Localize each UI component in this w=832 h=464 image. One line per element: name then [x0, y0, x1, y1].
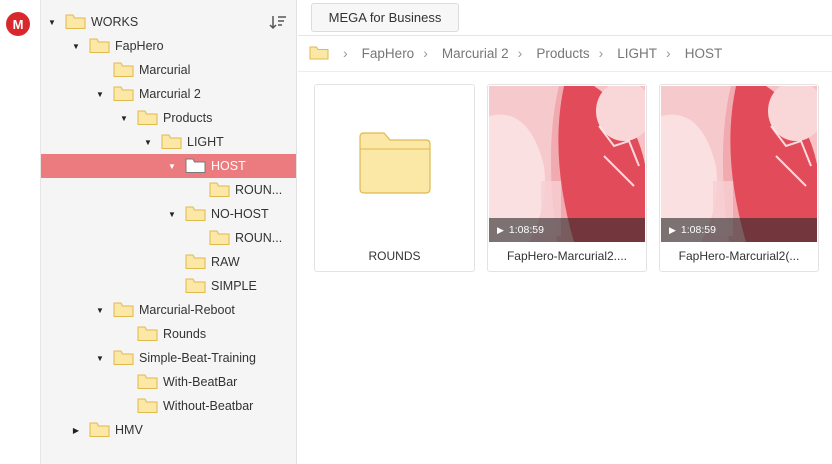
tree-item[interactable]: ▼ Products	[41, 106, 296, 130]
folder-icon	[137, 374, 158, 389]
folder-icon	[137, 110, 158, 125]
play-icon: ▶	[669, 224, 676, 235]
video-duration: 1:08:59	[680, 224, 716, 236]
tree-item[interactable]: ROUN...	[41, 178, 296, 202]
breadcrumb-separator-icon: ›	[517, 45, 523, 61]
tree-item-label: RAW	[211, 255, 240, 269]
tree-item[interactable]: ▼ WORKS	[41, 10, 296, 34]
breadcrumb-item[interactable]: Products	[536, 46, 589, 61]
tree-item[interactable]: ▼ Marcurial-Reboot	[41, 298, 296, 322]
folder-icon	[185, 158, 206, 173]
folder-icon	[113, 350, 134, 365]
folder-icon	[185, 206, 206, 221]
video-card[interactable]: ▶ 1:08:59 FapHero-Marcurial2....	[487, 84, 647, 272]
tree-item[interactable]: Without-Beatbar	[41, 394, 296, 418]
expand-arrow-down-icon[interactable]: ▼	[47, 17, 57, 27]
breadcrumb-separator-icon: ›	[423, 45, 428, 61]
expand-arrow-down-icon[interactable]: ▼	[167, 161, 177, 171]
tree-item-label: Products	[163, 111, 213, 125]
folder-icon	[65, 14, 86, 29]
expand-arrow-down-icon[interactable]: ▼	[71, 41, 81, 51]
breadcrumb-item[interactable]: FapHero	[362, 46, 415, 61]
breadcrumb: › FapHero › Marcurial 2 › Products › LIGHT › HOST	[309, 42, 722, 64]
breadcrumb-folder-icon[interactable]	[309, 45, 329, 61]
tree-item-label: Rounds	[163, 327, 207, 341]
toolbar-divider	[298, 35, 832, 36]
expand-arrow-down-icon[interactable]: ▼	[119, 113, 129, 123]
expand-arrow-right-icon[interactable]: ▶	[71, 425, 81, 435]
folder-icon	[161, 134, 182, 149]
large-folder-icon	[359, 132, 431, 194]
expand-arrow-down-icon[interactable]: ▼	[95, 89, 105, 99]
tree-item[interactable]: ▼ Marcurial 2	[41, 82, 296, 106]
tree-item[interactable]: ▼ HOST	[41, 154, 296, 178]
tree-item-label: NO-HOST	[211, 207, 269, 221]
folder-icon	[89, 422, 110, 437]
tree-item[interactable]: SIMPLE	[41, 274, 296, 298]
tree-item[interactable]: ▼ Simple-Beat-Training	[41, 346, 296, 370]
folder-icon	[113, 62, 134, 77]
tree-item-label: ROUN...	[235, 231, 283, 245]
breadcrumb-divider	[298, 71, 832, 72]
video-thumbnail: ▶ 1:08:59	[661, 86, 817, 242]
tree-item[interactable]: ▼ LIGHT	[41, 130, 296, 154]
tree-item-label: With-BeatBar	[163, 375, 238, 389]
breadcrumb-separator-icon: ›	[666, 45, 671, 61]
tree-item[interactable]: ▼ FapHero	[41, 34, 296, 58]
tree-item-label: Marcurial	[139, 63, 191, 77]
file-name: ROUNDS	[368, 249, 421, 263]
expand-arrow-down-icon[interactable]: ▼	[143, 137, 153, 147]
tree-item[interactable]: ROUN...	[41, 226, 296, 250]
main-pane: MEGA for Business › FapHero › Marcurial 2 › P…	[298, 0, 832, 464]
folder-icon	[89, 38, 110, 53]
folder-icon	[185, 278, 206, 293]
tree-item[interactable]: RAW	[41, 250, 296, 274]
expand-arrow-down-icon[interactable]: ▼	[167, 209, 177, 219]
folder-icon	[209, 182, 230, 197]
file-name: FapHero-Marcurial2(...	[678, 249, 800, 263]
tree-item-label: HOST	[211, 159, 246, 173]
breadcrumb-separator-icon: ›	[598, 45, 604, 61]
tree-item-label: Simple-Beat-Training	[139, 351, 256, 365]
breadcrumb-item[interactable]: HOST	[685, 46, 723, 61]
tree-item[interactable]: Rounds	[41, 322, 296, 346]
video-card[interactable]: ▶ 1:08:59 FapHero-Marcurial2(...	[659, 84, 819, 272]
tree-item[interactable]: ▶ HMV	[41, 418, 296, 442]
app-rail: M	[0, 0, 41, 464]
tree-item-label: WORKS	[91, 15, 139, 29]
tree-item-label: FapHero	[115, 39, 164, 53]
breadcrumb-item[interactable]: Marcurial 2	[442, 46, 509, 61]
folder-icon	[113, 302, 134, 317]
folder-card[interactable]: ROUNDS	[314, 84, 475, 272]
tree-item-label: LIGHT	[187, 135, 224, 149]
expand-arrow-down-icon[interactable]: ▼	[95, 305, 105, 315]
tree-item-label: SIMPLE	[211, 279, 257, 293]
expand-arrow-down-icon[interactable]: ▼	[95, 353, 105, 363]
tree-item[interactable]: Marcurial	[41, 58, 296, 82]
tree-item-label: HMV	[115, 423, 143, 437]
play-icon: ▶	[497, 224, 504, 235]
breadcrumb-item[interactable]: LIGHT	[617, 46, 657, 61]
video-thumbnail: ▶ 1:08:59	[489, 86, 645, 242]
tree-item-label: Marcurial-Reboot	[139, 303, 235, 317]
mega-for-business-button[interactable]: MEGA for Business	[311, 3, 459, 32]
folder-icon	[209, 230, 230, 245]
folder-tree: ▼ WORKS ▼ FapHero Marcurial ▼ Marcurial 2 ▼ Prod…	[41, 0, 297, 464]
folder-icon	[137, 326, 158, 341]
breadcrumb-separator-icon: ›	[343, 45, 348, 61]
video-duration-bar: ▶ 1:08:59	[661, 218, 817, 242]
tree-item-label: Marcurial 2	[139, 87, 201, 101]
mega-logo-icon[interactable]: M	[6, 12, 30, 36]
tree-item-label: ROUN...	[235, 183, 283, 197]
video-duration: 1:08:59	[508, 224, 544, 236]
folder-icon	[113, 86, 134, 101]
video-duration-bar: ▶ 1:08:59	[489, 218, 645, 242]
tree-item[interactable]: ▼ NO-HOST	[41, 202, 296, 226]
folder-icon	[137, 398, 158, 413]
tree-item-label: Without-Beatbar	[163, 399, 254, 413]
file-name: FapHero-Marcurial2....	[506, 249, 628, 263]
folder-icon	[185, 254, 206, 269]
tree-item[interactable]: With-BeatBar	[41, 370, 296, 394]
